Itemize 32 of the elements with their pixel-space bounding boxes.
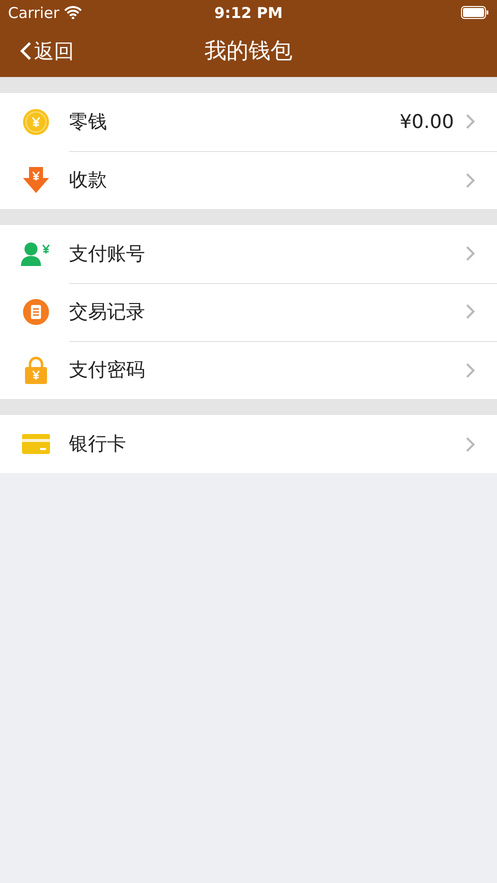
chevron-icon <box>466 114 475 129</box>
chevron-icon <box>466 246 475 261</box>
chevron-icon <box>466 304 475 319</box>
menu-row[interactable]: 银行卡 <box>0 415 497 473</box>
padlock-icon <box>24 356 46 384</box>
row-label: 收款 <box>69 168 108 193</box>
user-icon <box>20 242 50 266</box>
menu-row[interactable]: 支付密码 <box>0 341 497 399</box>
menu-row[interactable]: 收款 <box>0 151 497 209</box>
status-time: 9:12 PM <box>214 4 283 22</box>
back-button[interactable]: 返回 <box>20 38 74 64</box>
menu-row[interactable]: 交易记录 <box>0 283 497 341</box>
download-arrow-icon <box>22 167 48 193</box>
menu-row[interactable]: 零钱 ¥0.00 <box>0 93 497 151</box>
menu-row[interactable]: 支付账号 <box>0 225 497 283</box>
chevron-icon <box>466 362 475 378</box>
card-icon <box>22 434 50 454</box>
back-chevron-icon <box>20 41 32 61</box>
page-title: 我的钱包 <box>204 38 292 66</box>
coin-icon <box>22 109 48 135</box>
row-label: 银行卡 <box>69 432 127 457</box>
row-label: 交易记录 <box>69 300 146 324</box>
battery-icon <box>461 6 489 19</box>
row-label: 支付账号 <box>69 242 146 266</box>
wifi-icon <box>64 6 82 19</box>
carrier-label: Carrier <box>8 4 60 22</box>
chevron-icon <box>466 172 475 188</box>
balance-value: ¥0.00 <box>400 110 454 132</box>
row-label: 零钱 <box>69 110 108 134</box>
chevron-icon <box>466 436 475 452</box>
row-label: 支付密码 <box>69 358 146 383</box>
list-icon <box>22 299 48 325</box>
